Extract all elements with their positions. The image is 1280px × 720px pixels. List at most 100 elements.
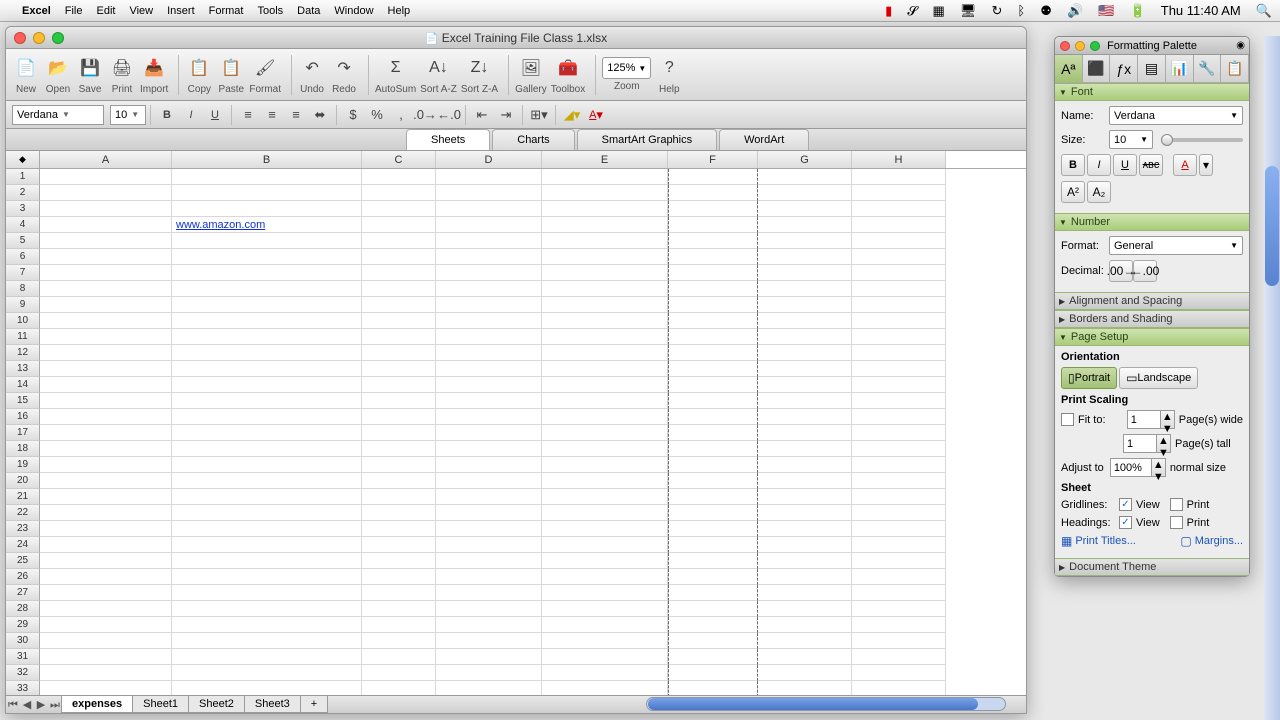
- cell[interactable]: [542, 297, 668, 313]
- align-center-button[interactable]: ≡: [260, 104, 284, 126]
- select-all-corner[interactable]: ◆: [6, 151, 40, 168]
- cell[interactable]: [542, 281, 668, 297]
- row-header[interactable]: 11: [6, 329, 40, 345]
- row-header[interactable]: 9: [6, 297, 40, 313]
- palette-tab-object[interactable]: ⬛: [1083, 55, 1111, 82]
- cell[interactable]: [542, 233, 668, 249]
- cell[interactable]: [40, 473, 172, 489]
- cell[interactable]: [172, 265, 362, 281]
- cell[interactable]: [852, 537, 946, 553]
- autosum-button[interactable]: Σ: [382, 54, 410, 82]
- cell[interactable]: [436, 633, 542, 649]
- battery-icon[interactable]: 🔋: [1130, 3, 1146, 18]
- merge-button[interactable]: ⬌: [308, 104, 332, 126]
- spreadsheet-grid[interactable]: ◆ ABCDEFGH 1234www.amazon.com56789101112…: [6, 151, 1026, 695]
- cell[interactable]: [362, 425, 436, 441]
- row-header[interactable]: 28: [6, 601, 40, 617]
- cell[interactable]: [758, 201, 852, 217]
- size-slider[interactable]: [1161, 138, 1243, 142]
- cell[interactable]: [436, 457, 542, 473]
- col-header-C[interactable]: C: [362, 151, 436, 168]
- increase-decimal-button[interactable]: .0→: [413, 104, 437, 126]
- cell[interactable]: [542, 601, 668, 617]
- row-header[interactable]: 25: [6, 553, 40, 569]
- cell[interactable]: [436, 617, 542, 633]
- cell[interactable]: [758, 425, 852, 441]
- cell[interactable]: [436, 297, 542, 313]
- wifi-icon[interactable]: ⚉: [1040, 3, 1052, 18]
- menu-window[interactable]: Window: [334, 5, 373, 17]
- app-name[interactable]: Excel: [22, 5, 51, 17]
- cell[interactable]: [542, 473, 668, 489]
- cell[interactable]: [668, 601, 758, 617]
- cell[interactable]: [852, 313, 946, 329]
- cell[interactable]: [668, 489, 758, 505]
- cell[interactable]: [852, 409, 946, 425]
- cell[interactable]: [362, 201, 436, 217]
- cell[interactable]: [542, 393, 668, 409]
- paste-button[interactable]: 📋: [217, 54, 245, 82]
- cell[interactable]: [542, 329, 668, 345]
- cell[interactable]: [436, 553, 542, 569]
- cell[interactable]: [852, 489, 946, 505]
- cell[interactable]: [362, 569, 436, 585]
- palette-tab-formatting[interactable]: Aª: [1055, 55, 1083, 82]
- spaces-icon[interactable]: ▦: [933, 3, 945, 18]
- cell[interactable]: [172, 553, 362, 569]
- row-header[interactable]: 3: [6, 201, 40, 217]
- number-format-select[interactable]: General▼: [1109, 236, 1243, 255]
- cell[interactable]: [668, 425, 758, 441]
- cell[interactable]: [362, 233, 436, 249]
- italic-button[interactable]: I: [179, 104, 203, 126]
- cell[interactable]: [542, 521, 668, 537]
- cell[interactable]: [852, 249, 946, 265]
- cell[interactable]: [668, 169, 758, 185]
- menu-data[interactable]: Data: [297, 5, 320, 17]
- cell[interactable]: [852, 473, 946, 489]
- cell[interactable]: [40, 521, 172, 537]
- cell[interactable]: [668, 617, 758, 633]
- underline-button[interactable]: U: [203, 104, 227, 126]
- cell[interactable]: [172, 393, 362, 409]
- headings-view-chk[interactable]: ✓: [1119, 516, 1132, 529]
- cell[interactable]: [542, 169, 668, 185]
- display-icon[interactable]: 🖥: [960, 3, 977, 18]
- cell[interactable]: [172, 345, 362, 361]
- minimize-icon[interactable]: [33, 32, 45, 44]
- cell[interactable]: [172, 281, 362, 297]
- section-alignment[interactable]: ▶Alignment and Spacing: [1055, 292, 1249, 310]
- cell[interactable]: [758, 185, 852, 201]
- open-button[interactable]: 📂: [44, 54, 72, 82]
- cell[interactable]: [172, 425, 362, 441]
- cell[interactable]: [362, 617, 436, 633]
- cell[interactable]: [362, 217, 436, 233]
- row-header[interactable]: 33: [6, 681, 40, 695]
- cell[interactable]: [852, 553, 946, 569]
- sheet-tab-expenses[interactable]: expenses: [61, 696, 133, 713]
- cell[interactable]: [668, 441, 758, 457]
- row-header[interactable]: 18: [6, 441, 40, 457]
- cell[interactable]: [668, 361, 758, 377]
- palette-underline[interactable]: U: [1113, 154, 1137, 176]
- cell[interactable]: [362, 377, 436, 393]
- row-header[interactable]: 2: [6, 185, 40, 201]
- cell[interactable]: [436, 665, 542, 681]
- borders-button[interactable]: ⊞▾: [527, 104, 551, 126]
- cell[interactable]: [40, 201, 172, 217]
- cell[interactable]: [668, 505, 758, 521]
- cell[interactable]: [852, 217, 946, 233]
- cell[interactable]: [668, 521, 758, 537]
- row-header[interactable]: 23: [6, 521, 40, 537]
- col-header-E[interactable]: E: [542, 151, 668, 168]
- cell[interactable]: [542, 633, 668, 649]
- menu-view[interactable]: View: [129, 5, 153, 17]
- cell[interactable]: [758, 313, 852, 329]
- cell[interactable]: [40, 313, 172, 329]
- cell[interactable]: [362, 633, 436, 649]
- cell[interactable]: [758, 297, 852, 313]
- cell[interactable]: [436, 521, 542, 537]
- palette-superscript[interactable]: A²: [1061, 181, 1085, 203]
- cell[interactable]: [758, 521, 852, 537]
- cell[interactable]: [172, 297, 362, 313]
- cell[interactable]: [40, 217, 172, 233]
